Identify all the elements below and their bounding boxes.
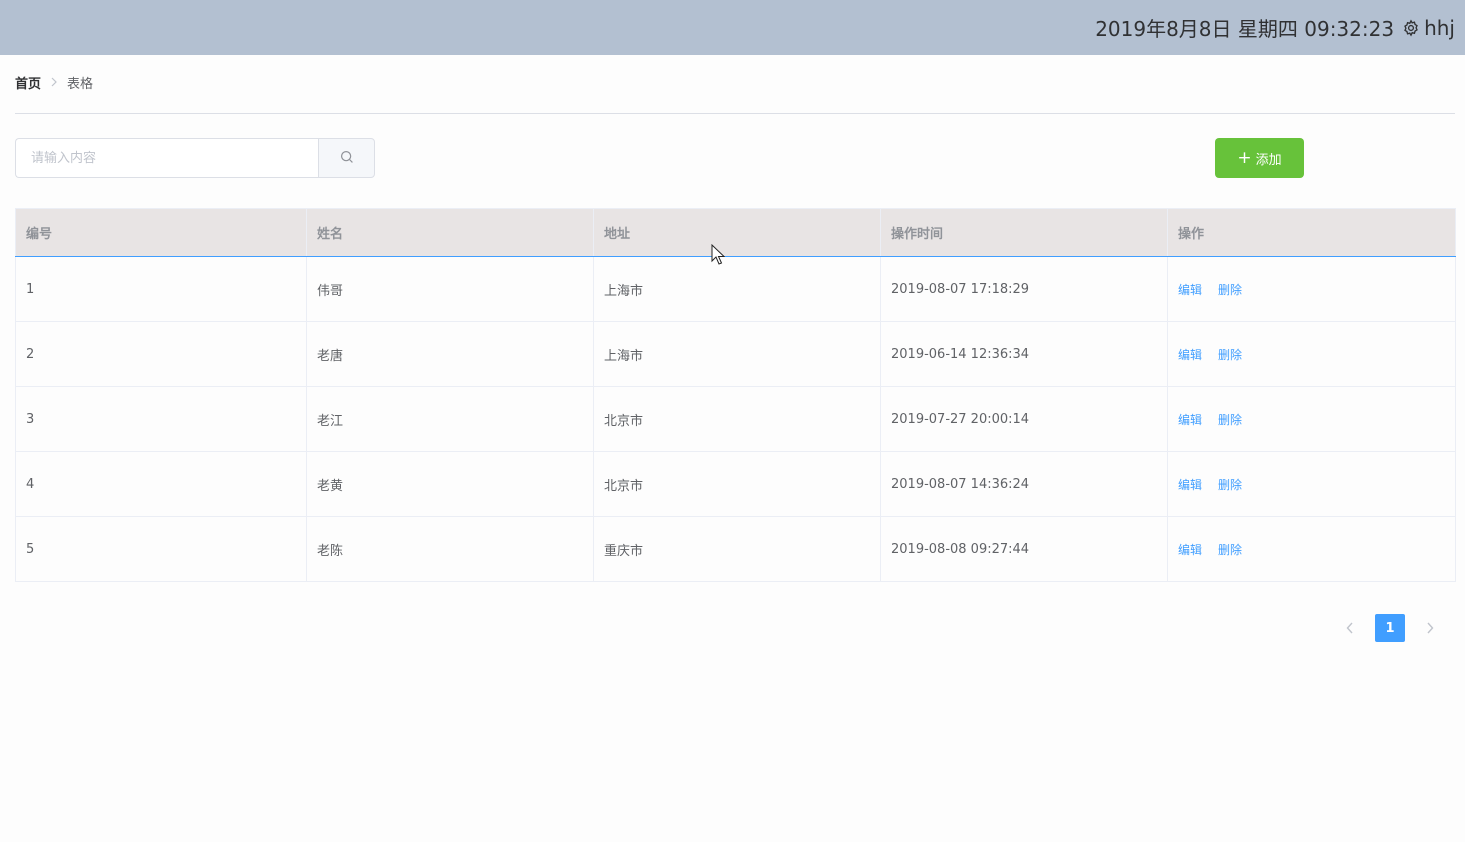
search-button[interactable] <box>318 138 375 178</box>
table-row: 1 伟哥 上海市 2019-08-07 17:18:29 编辑 删除 <box>15 256 1456 322</box>
cell-address: 上海市 <box>593 321 881 387</box>
cell-time: 2019-06-14 12:36:34 <box>880 321 1168 387</box>
chevron-right-icon <box>1426 619 1434 638</box>
cell-id: 1 <box>15 256 307 322</box>
delete-button[interactable]: 删除 <box>1218 413 1242 427</box>
cell-id: 3 <box>15 386 307 452</box>
pagination: 1 <box>1336 614 1444 642</box>
cell-address: 重庆市 <box>593 516 881 582</box>
cell-time: 2019-08-07 17:18:29 <box>880 256 1168 322</box>
column-header-address[interactable]: 地址 <box>593 208 881 257</box>
cell-time: 2019-08-08 09:27:44 <box>880 516 1168 582</box>
mouse-cursor-icon <box>711 243 726 266</box>
chevron-right-icon <box>50 77 58 87</box>
cell-time: 2019-08-07 14:36:24 <box>880 451 1168 517</box>
table-row: 4 老黄 北京市 2019-08-07 14:36:24 编辑 删除 <box>15 451 1456 517</box>
chevron-left-icon <box>1346 619 1354 638</box>
breadcrumb-home[interactable]: 首页 <box>15 73 41 92</box>
column-header-actions: 操作 <box>1167 208 1456 257</box>
edit-button[interactable]: 编辑 <box>1178 413 1202 427</box>
column-header-id[interactable]: 编号 <box>15 208 307 257</box>
cell-actions: 编辑 删除 <box>1167 516 1456 582</box>
gear-icon[interactable] <box>1402 18 1420 37</box>
next-page-button[interactable] <box>1416 614 1444 642</box>
plus-icon: + <box>1237 147 1252 168</box>
cell-actions: 编辑 删除 <box>1167 256 1456 322</box>
cell-id: 4 <box>15 451 307 517</box>
table-row: 2 老唐 上海市 2019-06-14 12:36:34 编辑 删除 <box>15 321 1456 387</box>
divider <box>15 113 1455 114</box>
edit-button[interactable]: 编辑 <box>1178 478 1202 492</box>
breadcrumb: 首页 表格 <box>15 72 93 92</box>
delete-button[interactable]: 删除 <box>1218 283 1242 297</box>
table-row: 5 老陈 重庆市 2019-08-08 09:27:44 编辑 删除 <box>15 516 1456 582</box>
search-icon <box>340 149 354 168</box>
cell-actions: 编辑 删除 <box>1167 321 1456 387</box>
delete-button[interactable]: 删除 <box>1218 348 1242 362</box>
cell-id: 5 <box>15 516 307 582</box>
page-number-button[interactable]: 1 <box>1375 614 1405 642</box>
header-datetime: 2019年8月8日 星期四 09:32:23 <box>1095 17 1395 41</box>
header-user-area: 2019年8月8日 星期四 09:32:23 hhj <box>1095 0 1455 55</box>
search-group <box>15 138 375 178</box>
delete-button[interactable]: 删除 <box>1218 543 1242 557</box>
prev-page-button[interactable] <box>1336 614 1364 642</box>
column-header-time[interactable]: 操作时间 <box>880 208 1168 257</box>
edit-button[interactable]: 编辑 <box>1178 348 1202 362</box>
cell-name: 伟哥 <box>306 256 594 322</box>
column-header-name[interactable]: 姓名 <box>306 208 594 257</box>
add-button[interactable]: + 添加 <box>1215 138 1304 178</box>
search-input[interactable] <box>15 138 318 178</box>
cell-name: 老唐 <box>306 321 594 387</box>
cell-time: 2019-07-27 20:00:14 <box>880 386 1168 452</box>
cell-name: 老陈 <box>306 516 594 582</box>
table-header-row: 编号 姓名 地址 操作时间 操作 <box>15 208 1456 257</box>
cell-address: 北京市 <box>593 386 881 452</box>
edit-button[interactable]: 编辑 <box>1178 283 1202 297</box>
header-username[interactable]: hhj <box>1424 16 1455 40</box>
cell-address: 北京市 <box>593 451 881 517</box>
top-header: 2019年8月8日 星期四 09:32:23 hhj <box>0 0 1465 55</box>
cell-actions: 编辑 删除 <box>1167 451 1456 517</box>
data-table: 编号 姓名 地址 操作时间 操作 1 伟哥 上海市 2019-08-07 17:… <box>15 208 1456 582</box>
cell-name: 老黄 <box>306 451 594 517</box>
cell-actions: 编辑 删除 <box>1167 386 1456 452</box>
cell-address: 上海市 <box>593 256 881 322</box>
cell-name: 老江 <box>306 386 594 452</box>
cell-id: 2 <box>15 321 307 387</box>
add-button-label: 添加 <box>1255 152 1282 168</box>
edit-button[interactable]: 编辑 <box>1178 543 1202 557</box>
breadcrumb-current: 表格 <box>67 76 94 92</box>
table-row: 3 老江 北京市 2019-07-27 20:00:14 编辑 删除 <box>15 386 1456 452</box>
delete-button[interactable]: 删除 <box>1218 478 1242 492</box>
